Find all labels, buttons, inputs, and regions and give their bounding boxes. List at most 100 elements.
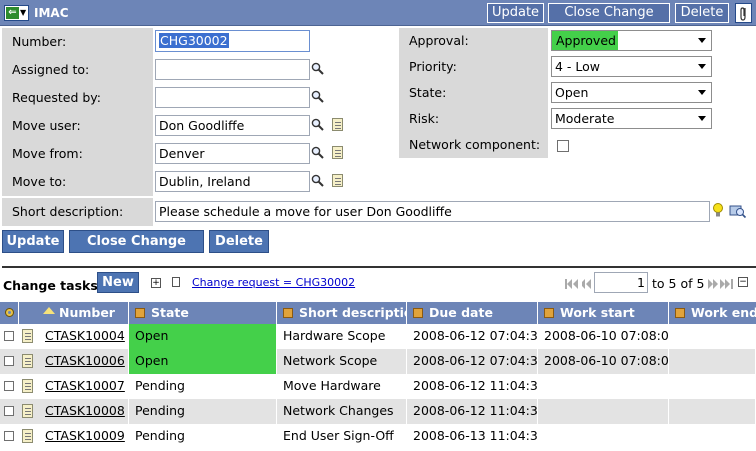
state-select[interactable]: Open — [551, 82, 712, 103]
approval-label: Approval: — [399, 28, 549, 54]
lightbulb-icon[interactable] — [712, 202, 724, 220]
sort-up-icon — [43, 307, 55, 314]
priority-value: 4 - Low — [555, 59, 601, 74]
number-field[interactable]: CHG30002 — [155, 30, 310, 52]
short-description-field[interactable]: Please schedule a move for user Don Good… — [155, 201, 710, 222]
collapse-list-icon[interactable]: − — [738, 277, 748, 287]
move-user-field[interactable]: Don Goodliffe — [155, 115, 310, 136]
filter-breadcrumb-link[interactable]: Change request = CHG30002 — [192, 276, 355, 290]
cell-number[interactable]: CTASK10007 — [19, 374, 129, 399]
column-options-header[interactable] — [0, 302, 19, 324]
table-row: CTASK10004 Open Hardware Scope 2008-06-12 0… — [0, 324, 756, 349]
move-to-label: Move to: — [2, 168, 154, 196]
column-label: Work end — [691, 305, 756, 320]
cube-icon — [675, 308, 685, 318]
cell-work-start — [538, 374, 669, 399]
task-number-link[interactable]: CTASK10007 — [45, 378, 125, 393]
cell-due-date: 2008-06-13 11:04:33 — [407, 424, 538, 449]
prev-page-icon[interactable] — [582, 278, 592, 290]
network-component-checkbox[interactable] — [557, 140, 569, 152]
task-number-link[interactable]: CTASK10004 — [45, 328, 125, 343]
new-button[interactable]: New — [97, 272, 139, 293]
chevron-down-icon — [698, 90, 706, 95]
magnifier-icon[interactable] — [311, 62, 325, 76]
chevron-down-icon — [698, 38, 706, 43]
cell-state: Pending — [129, 374, 277, 399]
collapse-icon[interactable] — [172, 277, 180, 287]
title-bar: ⇐ ▼ IMAC Update Close Change Delete — [0, 0, 756, 26]
close-change-button[interactable]: Close Change — [69, 230, 204, 253]
column-header-state[interactable]: State — [129, 302, 277, 324]
related-list-title: Change tasks — [3, 278, 98, 293]
requested-by-label: Requested by: — [2, 84, 154, 112]
back-menu-button[interactable]: ⇐ ▼ — [4, 5, 29, 21]
row-select-checkbox[interactable] — [4, 431, 14, 441]
chevron-down-icon: ▼ — [20, 8, 27, 17]
number-value: CHG30002 — [159, 33, 229, 48]
column-header-work-end[interactable]: Work end — [669, 302, 756, 324]
risk-value: Moderate — [555, 111, 615, 126]
move-from-label: Move from: — [2, 140, 154, 168]
update-button[interactable]: Update — [2, 230, 64, 253]
priority-label: Priority: — [399, 54, 549, 80]
lookup-icon[interactable] — [729, 203, 747, 219]
page-number-input[interactable]: 1 — [594, 272, 648, 293]
move-from-field[interactable]: Denver — [155, 143, 310, 164]
column-label: State — [151, 305, 189, 320]
next-page-icon[interactable] — [707, 278, 719, 290]
cell-state: Pending — [129, 424, 277, 449]
column-header-number[interactable]: Number — [19, 302, 129, 324]
task-number-link[interactable]: CTASK10008 — [45, 403, 125, 418]
risk-select[interactable]: Moderate — [551, 108, 712, 129]
requested-by-field[interactable] — [155, 87, 310, 108]
short-description-label: Short description: — [2, 198, 154, 226]
cube-icon — [283, 308, 293, 318]
column-header-due-date[interactable]: Due date — [407, 302, 538, 324]
column-header-short-description[interactable]: Short description — [277, 302, 407, 324]
column-label: Number — [59, 305, 115, 320]
assigned-to-field[interactable] — [155, 59, 310, 80]
column-label: Work start — [560, 305, 635, 320]
task-number-link[interactable]: CTASK10009 — [45, 428, 125, 443]
priority-select[interactable]: 4 - Low — [551, 56, 712, 77]
page-range-text: to 5 of 5 — [652, 276, 705, 291]
magnifier-icon[interactable] — [311, 174, 325, 188]
notes-icon[interactable] — [332, 118, 343, 131]
notes-icon[interactable] — [332, 174, 343, 187]
first-page-icon[interactable] — [565, 278, 579, 290]
row-select-checkbox[interactable] — [4, 356, 14, 366]
move-to-field[interactable]: Dublin, Ireland — [155, 171, 310, 192]
header-close-change-button[interactable]: Close Change — [548, 3, 670, 23]
last-page-icon[interactable] — [720, 278, 734, 290]
magnifier-icon[interactable] — [311, 118, 325, 132]
row-select-checkbox[interactable] — [4, 406, 14, 416]
page-title: IMAC — [34, 6, 69, 20]
cell-number[interactable]: CTASK10009 — [19, 424, 129, 449]
cell-number[interactable]: CTASK10004 — [19, 324, 129, 349]
cube-icon — [413, 308, 423, 318]
row-select-checkbox[interactable] — [4, 381, 14, 391]
chevron-down-icon — [698, 64, 706, 69]
expand-icon[interactable]: + — [151, 278, 161, 288]
attachment-button[interactable] — [735, 3, 752, 23]
cell-work-end — [669, 399, 756, 424]
approval-value: Approved — [552, 31, 618, 50]
header-update-button[interactable]: Update — [487, 3, 544, 23]
magnifier-icon[interactable] — [311, 90, 325, 104]
attachment-icon — [740, 7, 746, 21]
delete-button[interactable]: Delete — [209, 230, 269, 253]
column-header-work-start[interactable]: Work start — [538, 302, 669, 324]
assigned-to-label: Assigned to: — [2, 56, 154, 84]
task-number-link[interactable]: CTASK10006 — [45, 353, 125, 368]
cell-short-description: Network Scope — [277, 349, 407, 374]
cell-number[interactable]: CTASK10006 — [19, 349, 129, 374]
chevron-down-icon — [698, 116, 706, 121]
header-delete-button[interactable]: Delete — [675, 3, 729, 23]
approval-select[interactable]: Approved — [551, 30, 712, 51]
risk-label: Risk: — [399, 106, 549, 132]
notes-icon[interactable] — [332, 146, 343, 159]
row-select-checkbox[interactable] — [4, 331, 14, 341]
cell-number[interactable]: CTASK10008 — [19, 399, 129, 424]
magnifier-icon[interactable] — [311, 146, 325, 160]
table-row: CTASK10006 Open Network Scope 2008-06-12 07… — [0, 349, 756, 374]
